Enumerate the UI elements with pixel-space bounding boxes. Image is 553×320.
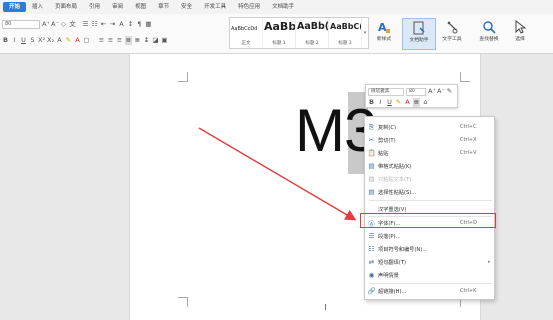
annotation-arrow — [198, 127, 357, 221]
